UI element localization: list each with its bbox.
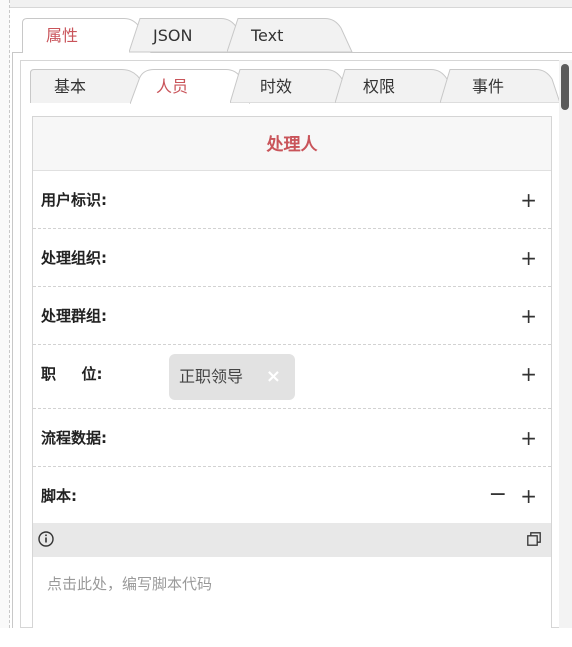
tab-events[interactable]: 事件	[440, 69, 560, 103]
row-label: 处理组织:	[41, 249, 107, 267]
script-editor-toolbar	[33, 523, 551, 557]
scrollbar-thumb[interactable]	[561, 64, 569, 110]
add-flow-data-button[interactable]: +	[520, 409, 537, 467]
handler-panel: 处理人 用户标识: + 处理组织: + 处理群组: + 职 位: 正职领导 × …	[32, 116, 552, 647]
remove-script-button[interactable]: −	[489, 467, 507, 523]
add-script-button[interactable]: +	[520, 467, 537, 525]
info-icon[interactable]	[37, 530, 55, 548]
chip-label: 正职领导	[179, 367, 244, 386]
chip-remove-icon[interactable]: ×	[266, 354, 281, 400]
outer-tab-bar: 属性 JSON Text	[22, 18, 562, 53]
row-label: 脚本:	[41, 487, 77, 505]
row-script: 脚本: − +	[33, 467, 551, 523]
position-chip[interactable]: 正职领导 ×	[169, 354, 295, 400]
add-group-button[interactable]: +	[520, 287, 537, 345]
top-strip	[10, 0, 572, 8]
tab-text-label: Text	[251, 26, 284, 45]
scrollbar-track[interactable]	[559, 60, 572, 628]
maximize-icon[interactable]	[527, 532, 541, 546]
panel-title: 处理人	[33, 117, 551, 171]
script-placeholder: 点击此处，编写脚本代码	[47, 575, 213, 593]
tab-shape	[227, 18, 353, 53]
row-position: 职 位: 正职领导 × +	[33, 345, 551, 409]
tab-permissions-label: 权限	[363, 77, 396, 96]
add-org-button[interactable]: +	[520, 229, 537, 287]
tab-events-label: 事件	[472, 77, 505, 96]
row-org: 处理组织: +	[33, 229, 551, 287]
tab-permissions[interactable]: 权限	[335, 69, 455, 103]
add-user-id-button[interactable]: +	[520, 171, 537, 229]
add-position-button[interactable]: +	[520, 345, 537, 403]
row-label: 流程数据:	[41, 429, 107, 447]
tab-properties-label: 属性	[46, 26, 79, 45]
script-editor[interactable]: 点击此处，编写脚本代码	[33, 557, 551, 647]
tab-personnel-label: 人员	[156, 77, 189, 96]
row-label: 处理群组:	[41, 307, 107, 325]
row-label: 职 位:	[41, 365, 103, 383]
row-group: 处理群组: +	[33, 287, 551, 345]
row-flow-data: 流程数据: +	[33, 409, 551, 467]
tab-timeliness[interactable]: 时效	[230, 69, 350, 103]
row-user-id: 用户标识: +	[33, 171, 551, 229]
inner-tab-bar: 基本 人员 时效 权限 事件	[30, 69, 560, 104]
tab-json-label: JSON	[153, 26, 193, 45]
tab-basic-label: 基本	[54, 77, 87, 96]
left-ruler	[0, 0, 10, 628]
tab-text[interactable]: Text	[227, 18, 357, 53]
row-label: 用户标识:	[41, 191, 107, 209]
tab-timeliness-label: 时效	[260, 77, 293, 96]
